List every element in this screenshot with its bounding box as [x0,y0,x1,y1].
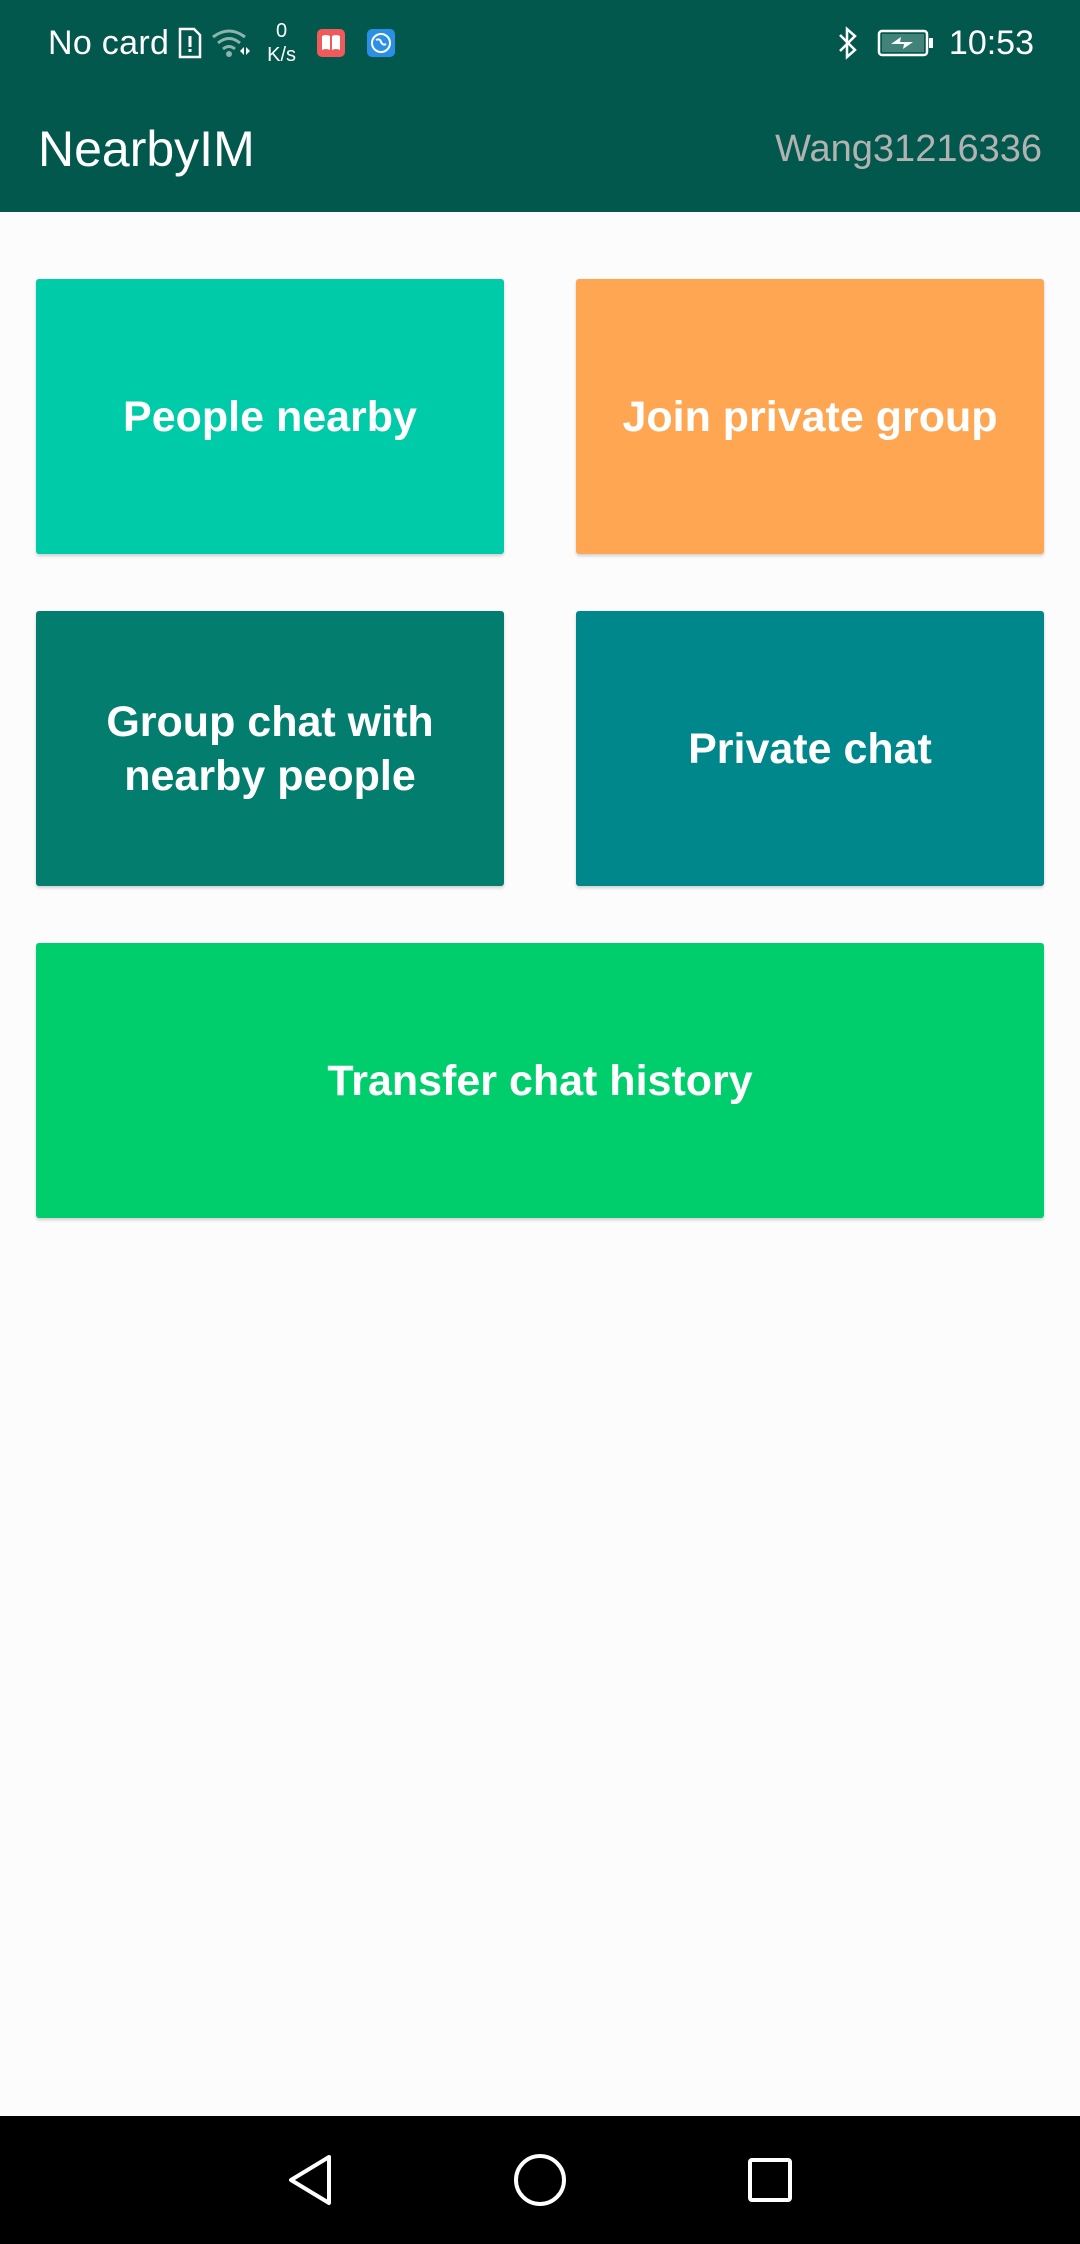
recent-apps-icon[interactable] [740,2150,800,2210]
home-icon[interactable] [510,2150,570,2210]
user-id: Wang31216336 [775,128,1042,170]
net-speed-unit: K/s [267,44,297,66]
transfer-chat-history-label: Transfer chat history [327,1056,753,1105]
private-chat-button[interactable]: Private chat [576,611,1044,886]
join-private-group-button[interactable]: Join private group [576,279,1044,554]
navigation-bar [0,2116,1080,2244]
status-bar: No card 0 K/s 10:53 [0,0,1080,86]
book-app-icon [316,28,346,58]
browser-app-icon [366,28,396,58]
join-private-group-label: Join private group [622,392,998,441]
status-left: No card 0 K/s [48,0,396,86]
group-chat-label-line2: nearby people [124,751,416,800]
app-title: NearbyIM [38,121,255,177]
people-nearby-label: People nearby [123,392,417,441]
net-speed: 0 K/s [267,19,296,67]
sim-alert-icon [177,27,203,59]
carrier-label: No card [48,23,170,62]
group-chat-label: Group chat with nearby people [106,695,433,803]
app-bar: NearbyIM Wang31216336 [0,86,1080,212]
group-chat-nearby-button[interactable]: Group chat with nearby people [36,611,504,886]
clock: 10:53 [948,23,1034,62]
status-right: 10:53 [837,0,1034,86]
battery-charging-icon [877,28,935,58]
private-chat-label: Private chat [688,724,932,773]
bluetooth-icon [837,26,859,60]
back-icon[interactable] [280,2150,340,2210]
people-nearby-button[interactable]: People nearby [36,279,504,554]
group-chat-label-line1: Group chat with [106,697,434,746]
transfer-chat-history-button[interactable]: Transfer chat history [36,943,1044,1218]
wifi-icon [211,27,251,59]
screen: No card 0 K/s 10:53 NearbyIM Wang3121633… [0,0,1080,2244]
net-speed-value: 0 [276,20,288,42]
